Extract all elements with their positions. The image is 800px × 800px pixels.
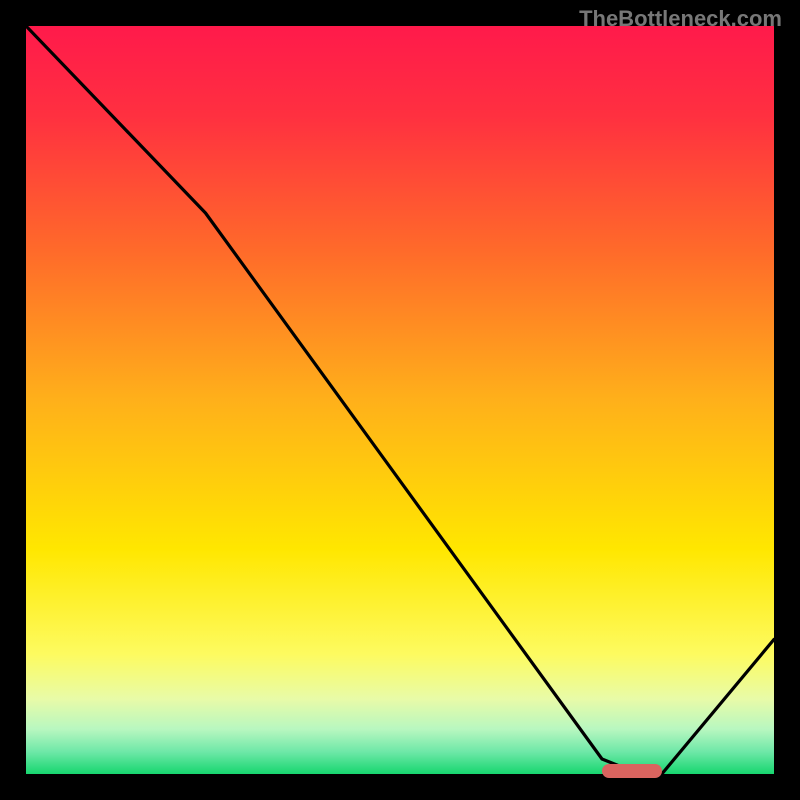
watermark-text: TheBottleneck.com (579, 6, 782, 32)
optimal-range-marker (602, 764, 662, 778)
chart-frame (26, 26, 774, 774)
bottleneck-curve (26, 26, 774, 774)
